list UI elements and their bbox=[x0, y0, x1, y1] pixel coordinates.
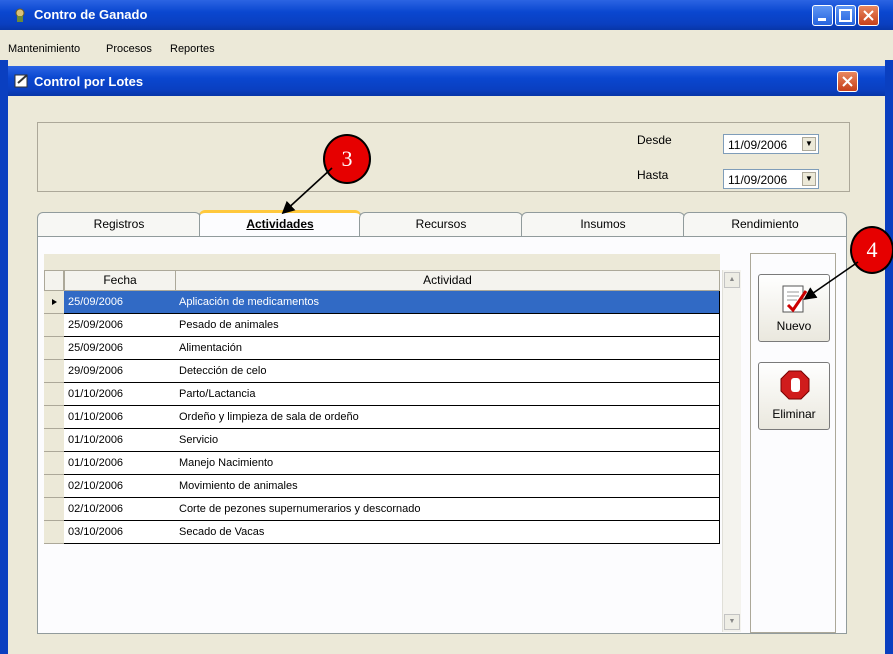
callout-4-arrow bbox=[803, 261, 859, 300]
callout-arrows bbox=[281, 167, 859, 300]
callout-3-arrow bbox=[281, 167, 333, 215]
